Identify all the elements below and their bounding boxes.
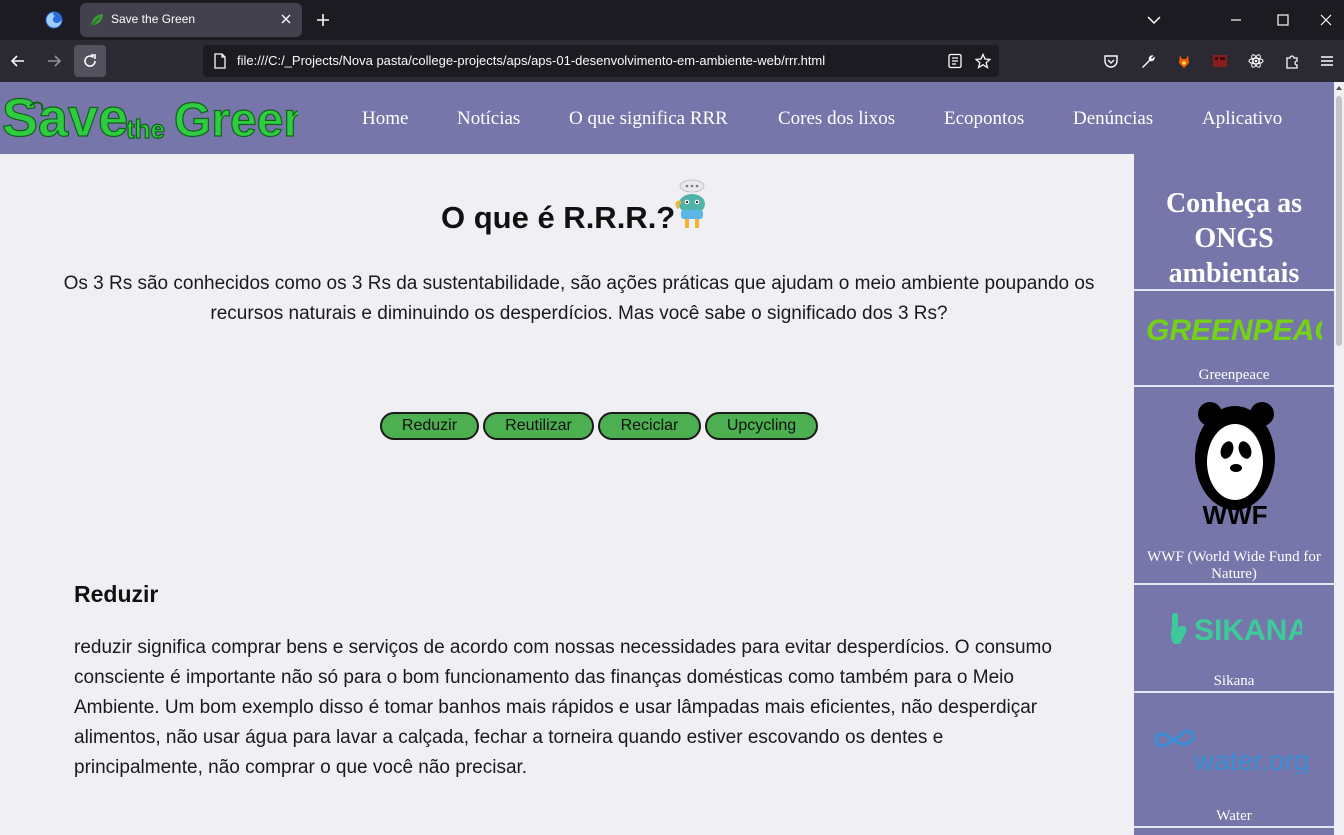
back-button[interactable]: [2, 45, 34, 77]
address-bar[interactable]: file:///C:/_Projects/Nova pasta/college-…: [203, 45, 999, 77]
site-header: Save the Green Home Notícias O que signi…: [0, 82, 1334, 154]
close-tab-icon[interactable]: [278, 11, 294, 27]
svg-text:GREENPEACE: GREENPEACE: [1146, 314, 1322, 346]
intro-paragraph: Os 3 Rs são conhecidos como os 3 Rs da s…: [63, 273, 1095, 324]
reutilizar-button[interactable]: Reutilizar: [483, 412, 594, 440]
main-content: O que é R.R.R.? Os 3 Rs são conhecidos c…: [0, 154, 1134, 835]
close-window-icon[interactable]: [1318, 12, 1334, 28]
divider: [1134, 826, 1334, 828]
thinking-mascot-icon: [675, 179, 705, 228]
extension-fox-icon[interactable]: [1176, 53, 1192, 69]
ongs-sidebar: Conheça as ONGS ambientais GREENPEACE Gr…: [1134, 154, 1334, 835]
logo-text-green: Green: [174, 94, 298, 144]
water-org-logo[interactable]: water.org: [1150, 724, 1310, 774]
divider: [1134, 691, 1334, 693]
browser-tab-bar: Save the Green: [0, 0, 1344, 40]
react-devtools-icon[interactable]: [1248, 53, 1264, 69]
logo-text-the: the: [126, 114, 165, 144]
scroll-up-arrow-icon[interactable]: [1335, 84, 1343, 92]
forward-button[interactable]: [38, 45, 70, 77]
browser-nav-bar: file:///C:/_Projects/Nova pasta/college-…: [0, 40, 1344, 82]
reload-icon: [84, 54, 96, 67]
divider: [1134, 583, 1334, 585]
hamburger-menu-icon[interactable]: [1319, 53, 1335, 69]
url-text[interactable]: file:///C:/_Projects/Nova pasta/college-…: [237, 53, 825, 68]
save-the-green-logo[interactable]: Save the Green: [2, 88, 298, 144]
ong-label-greenpeace[interactable]: Greenpeace: [1134, 367, 1334, 384]
active-tab[interactable]: Save the Green: [80, 3, 302, 37]
section-title: Reduzir: [74, 581, 159, 607]
section-paragraph: reduzir significa comprar bens e serviço…: [74, 637, 1052, 778]
sikana-logo[interactable]: SIKANA: [1168, 606, 1302, 648]
page-icon: [214, 53, 226, 69]
menu-item-ecopontos[interactable]: Ecopontos: [944, 108, 1024, 130]
pocket-icon[interactable]: [1103, 53, 1119, 69]
wrench-icon[interactable]: [1140, 53, 1156, 69]
reader-view-icon[interactable]: [947, 53, 963, 69]
extension-red-icon[interactable]: [1212, 53, 1228, 69]
logo-text-save: Save: [2, 88, 128, 144]
firefox-icon[interactable]: [44, 10, 64, 30]
leaf-favicon-icon: [91, 14, 103, 26]
sidebar-title: Conheça as ONGS ambientais: [1165, 188, 1303, 289]
ong-label-water[interactable]: Water: [1134, 808, 1334, 825]
reduzir-button[interactable]: Reduzir: [380, 412, 479, 440]
menu-item-cores-dos-lixos[interactable]: Cores dos lixos: [778, 108, 895, 130]
menu-item-rrr[interactable]: O que significa RRR: [569, 108, 728, 130]
back-arrow-icon: [10, 55, 24, 67]
menu-item-noticias[interactable]: Notícias: [457, 108, 520, 130]
wwf-panda-logo[interactable]: WWF: [1190, 400, 1280, 530]
page-title: O que é R.R.R.?: [441, 200, 676, 235]
bookmark-star-icon[interactable]: [975, 53, 991, 69]
divider: [1134, 289, 1334, 291]
menu-item-home[interactable]: Home: [362, 108, 408, 130]
chevron-down-icon[interactable]: [1146, 12, 1162, 28]
greenpeace-logo[interactable]: GREENPEACE: [1146, 312, 1322, 346]
menu-item-aplicativo[interactable]: Aplicativo: [1202, 108, 1282, 130]
ong-label-wwf[interactable]: WWF (World Wide Fund for Nature): [1134, 549, 1334, 583]
svg-text:WWF: WWF: [1203, 500, 1268, 530]
ong-label-sikana[interactable]: Sikana: [1134, 673, 1334, 690]
svg-text:water.org: water.org: [1193, 745, 1309, 774]
upcycling-button[interactable]: Upcycling: [705, 412, 818, 440]
scrollbar-thumb[interactable]: [1336, 96, 1342, 346]
page-scrollbar[interactable]: [1334, 82, 1344, 835]
extensions-puzzle-icon[interactable]: [1284, 53, 1300, 69]
forward-arrow-icon: [48, 55, 62, 67]
divider: [1134, 385, 1334, 387]
reciclar-button[interactable]: Reciclar: [598, 412, 701, 440]
menu-item-denuncias[interactable]: Denúncias: [1073, 108, 1153, 130]
maximize-window-icon[interactable]: [1275, 12, 1291, 28]
tab-title: Save the Green: [111, 12, 196, 26]
svg-text:SIKANA: SIKANA: [1194, 614, 1302, 647]
minimize-window-icon[interactable]: [1228, 12, 1244, 28]
reload-button[interactable]: [74, 45, 106, 77]
web-page: Save the Green Home Notícias O que signi…: [0, 82, 1334, 835]
new-tab-icon[interactable]: [313, 10, 333, 30]
